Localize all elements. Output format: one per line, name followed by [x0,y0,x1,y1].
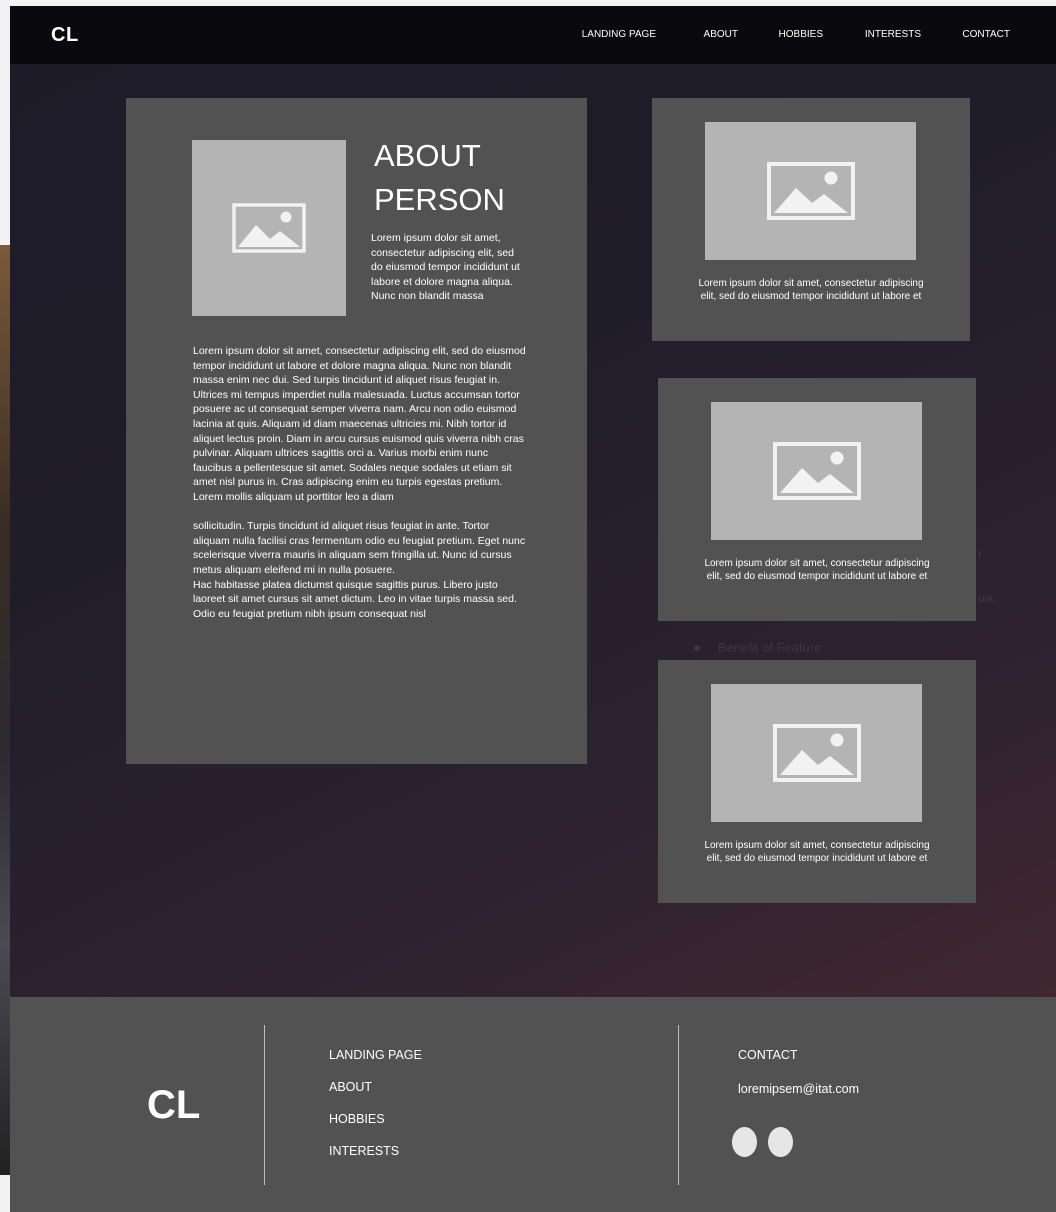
nav-contact[interactable]: CONTACT [962,29,1010,40]
site-header: CL LANDING PAGE ABOUT HOBBIES INTERESTS … [10,6,1056,64]
ghost-bullet-icon: ● [693,640,701,655]
about-title: ABOUT PERSON [374,134,554,222]
footer-logo[interactable]: CL [147,1083,200,1128]
feature-card-2: Lorem ipsum dolor sit amet, consectetur … [658,378,976,621]
about-paragraph-2: sollicitudin. Turpis tincidunt id alique… [193,520,526,576]
about-card: ABOUT PERSON Lorem ipsum dolor sit amet,… [126,98,587,764]
about-body: Lorem ipsum dolor sit amet, consectetur … [193,344,527,621]
social-icon-1[interactable] [732,1127,757,1157]
about-intro: Lorem ipsum dolor sit amet, consectetur … [371,232,520,303]
header-logo[interactable]: CL [51,24,79,47]
feature-card-3: Lorem ipsum dolor sit amet, consectetur … [658,660,976,903]
footer-link-landing-page[interactable]: LANDING PAGE [329,1048,422,1062]
image-icon [766,162,855,220]
ghost-text-a: r [978,546,983,561]
feature-text: Lorem ipsum dolor sit amet, consectetur … [698,278,924,302]
about-paragraph-1: Lorem ipsum dolor sit amet, consectetur … [193,345,526,503]
feature-card-1: Lorem ipsum dolor sit amet, consectetur … [652,98,970,341]
footer-link-hobbies[interactable]: HOBBIES [329,1112,385,1126]
site-footer: CL LANDING PAGE ABOUT HOBBIES INTERESTS … [10,997,1056,1212]
footer-divider [264,1025,265,1185]
about-title-line2: PERSON [374,182,505,217]
feature-image-placeholder [705,122,916,260]
footer-email-link[interactable]: loremipsem@itat.com [738,1082,859,1096]
image-icon [772,724,861,782]
footer-contact-heading: CONTACT [738,1048,798,1062]
page: CL LANDING PAGE ABOUT HOBBIES INTERESTS … [10,0,1056,1212]
feature-text: Lorem ipsum dolor sit amet, consectetur … [704,558,930,582]
feature-image-placeholder [711,684,922,822]
nav-interests[interactable]: INTERESTS [865,29,921,40]
feature-text: Lorem ipsum dolor sit amet, consectetur … [704,840,930,864]
about-title-line1: ABOUT [374,138,481,173]
image-icon [232,203,306,253]
nav-hobbies[interactable]: HOBBIES [779,29,823,40]
ghost-text-b: ua. [978,590,997,605]
nav-about[interactable]: ABOUT [704,29,738,40]
nav-landing-page[interactable]: LANDING PAGE [582,29,656,40]
feature-image-placeholder [711,402,922,540]
footer-link-interests[interactable]: INTERESTS [329,1144,399,1158]
footer-link-about[interactable]: ABOUT [329,1080,372,1094]
image-icon [772,442,861,500]
about-paragraph-3: Hac habitasse platea dictumst quisque sa… [193,578,517,620]
footer-divider [678,1025,679,1185]
ghost-bullet-text: Benefit of Feature [718,640,822,655]
about-image-placeholder [192,140,346,316]
social-icon-2[interactable] [768,1127,793,1157]
